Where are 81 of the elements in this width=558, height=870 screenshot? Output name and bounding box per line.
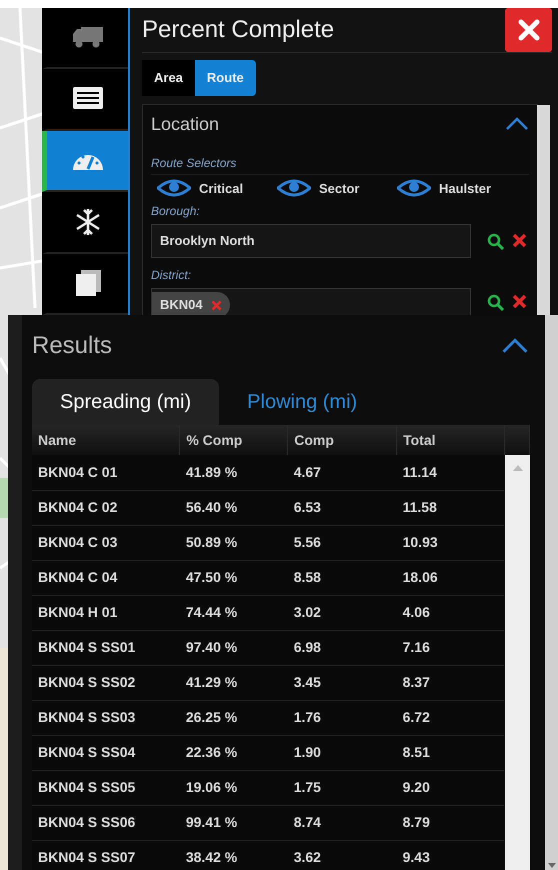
selector-label: Sector	[319, 180, 360, 198]
table-cell: 6.98	[288, 630, 397, 665]
table-cell: 8.74	[288, 805, 397, 840]
close-icon	[518, 19, 540, 41]
eye-icon[interactable]	[397, 179, 431, 198]
column-header[interactable]: Name	[32, 425, 180, 455]
panel-title: Results	[32, 331, 112, 361]
table-cell: BKN04 S SS02	[32, 665, 180, 700]
table-cell: 56.40 %	[180, 490, 288, 525]
tab[interactable]: Plowing (mi)	[219, 379, 386, 425]
table-cell: 1.90	[288, 735, 397, 770]
chevron-up-icon[interactable]	[501, 338, 529, 354]
table-cell: 47.50 %	[180, 560, 288, 595]
borough-field[interactable]: Brooklyn North	[151, 224, 471, 258]
tab[interactable]: Area	[142, 60, 195, 96]
header-corner	[504, 425, 530, 455]
chevron-up-icon[interactable]	[505, 116, 529, 131]
table-cell: 6.53	[288, 490, 397, 525]
table-cell: 8.79	[396, 805, 504, 840]
search-icon[interactable]	[487, 294, 504, 311]
table-cell: 99.41 %	[180, 805, 288, 840]
table-cell: 22.36 %	[180, 735, 288, 770]
clear-icon[interactable]	[512, 232, 527, 248]
close-button[interactable]	[505, 8, 552, 52]
sidebar-item[interactable]	[42, 130, 128, 192]
scrollbar[interactable]	[505, 455, 530, 870]
column-header[interactable]: Total	[396, 425, 504, 455]
table-cell: 19.06 %	[180, 770, 288, 805]
table-cell: BKN04 S SS03	[32, 700, 180, 735]
table-cell: BKN04 C 01	[32, 455, 180, 490]
table-cell: 10.93	[396, 525, 504, 560]
selector-label: Critical	[199, 180, 244, 198]
table-cell: 7.16	[396, 630, 504, 665]
table-cell: 1.76	[288, 700, 397, 735]
table-cell: BKN04 S SS06	[32, 805, 180, 840]
table-cell: 3.02	[288, 595, 397, 630]
field-label: District:	[151, 267, 192, 284]
section-title: Location	[151, 112, 220, 136]
table-cell: 4.06	[396, 595, 504, 630]
eye-icon[interactable]	[277, 179, 311, 198]
table-cell: BKN04 C 04	[32, 560, 180, 595]
table-cell: 4.67	[288, 455, 397, 490]
table-cell: BKN04 C 02	[32, 490, 180, 525]
table-cell: 1.75	[288, 770, 397, 805]
search-icon[interactable]	[487, 232, 504, 250]
table-cell: 18.06	[396, 560, 504, 595]
table-cell: 74.44 %	[180, 595, 288, 630]
table-cell: BKN04 S SS04	[32, 735, 180, 770]
table-cell: 41.29 %	[180, 665, 288, 700]
table-cell: 26.25 %	[180, 700, 288, 735]
table-cell: 9.20	[396, 770, 504, 805]
table-cell: BKN04 H 01	[32, 595, 180, 630]
tab[interactable]: Route	[194, 60, 256, 96]
field-label: Borough:	[151, 203, 201, 220]
clear-icon[interactable]	[512, 294, 527, 309]
table-cell: 11.58	[396, 490, 504, 525]
scroll-down-icon[interactable]	[548, 863, 556, 868]
table-cell: 11.14	[396, 455, 504, 490]
district-field[interactable]: BKN04	[151, 288, 471, 315]
table-cell: 41.89 %	[180, 455, 288, 490]
table-cell: BKN04 S SS05	[32, 770, 180, 805]
scrollbar[interactable]	[537, 105, 550, 315]
tab[interactable]: Spreading (mi)	[32, 379, 220, 425]
table-cell: BKN04 S SS01	[32, 630, 180, 665]
scrollbar[interactable]	[545, 315, 558, 870]
table-cell: 8.37	[396, 665, 504, 700]
table-cell: 3.45	[288, 665, 397, 700]
table-cell: 97.40 %	[180, 630, 288, 665]
table-cell: BKN04 C 03	[32, 525, 180, 560]
table-cell: 50.89 %	[180, 525, 288, 560]
section-label: Route Selectors	[151, 154, 529, 174]
eye-icon[interactable]	[157, 179, 191, 198]
table-cell: 6.72	[396, 700, 504, 735]
table-cell: 8.51	[396, 735, 504, 770]
chip[interactable]: BKN04	[152, 292, 230, 315]
column-header[interactable]: % Comp	[180, 425, 288, 455]
table-cell: 5.56	[288, 525, 397, 560]
table-cell: 8.58	[288, 560, 397, 595]
selector-label: Haulster	[439, 180, 492, 198]
column-header[interactable]: Comp	[288, 425, 397, 455]
window-title: Percent Complete	[142, 16, 334, 44]
